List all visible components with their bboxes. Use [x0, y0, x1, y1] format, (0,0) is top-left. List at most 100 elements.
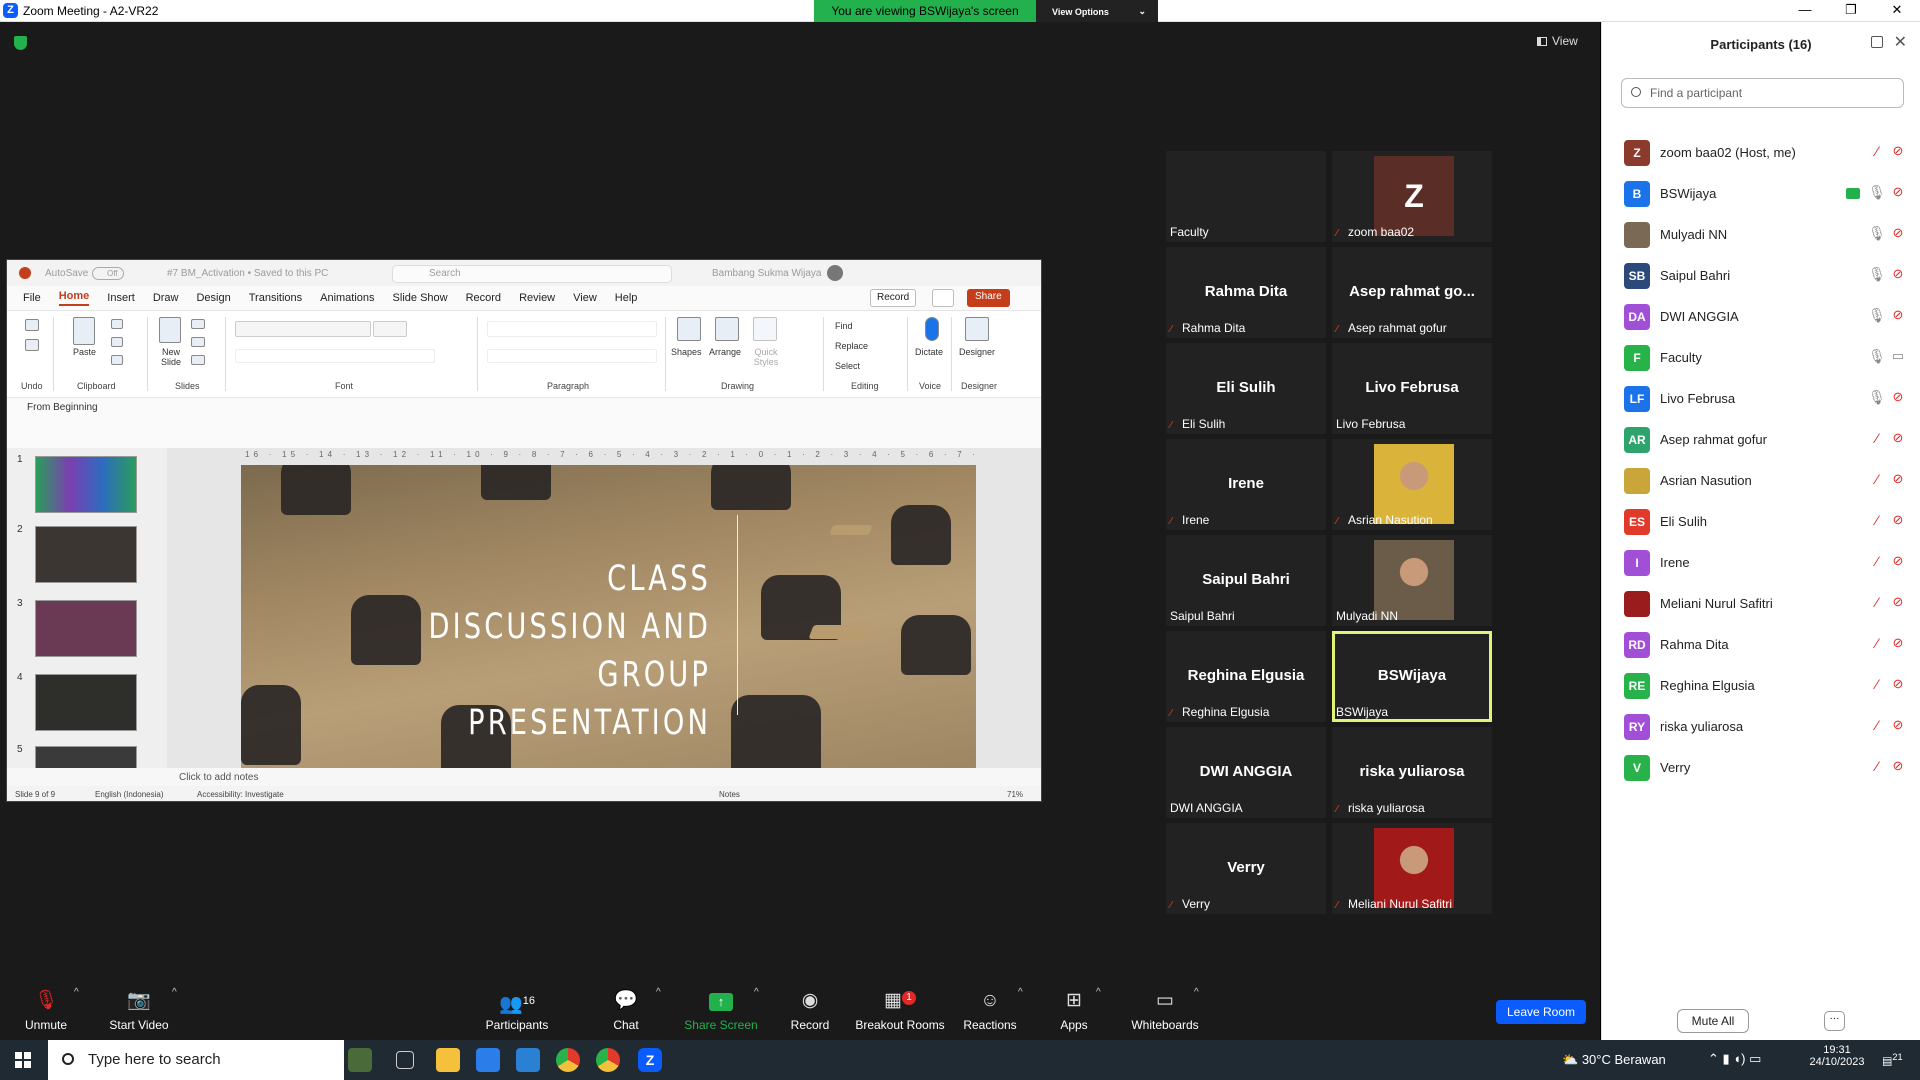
- chrome-profile-icon[interactable]: [596, 1048, 620, 1072]
- video-tile[interactable]: Irene ⁄ Irene: [1166, 439, 1326, 530]
- video-tile[interactable]: Eli Sulih ⁄ Eli Sulih: [1166, 343, 1326, 434]
- audio-options-chevron-icon[interactable]: ^: [74, 987, 79, 998]
- video-off-icon[interactable]: ⊘: [1888, 676, 1908, 694]
- shapes-icon[interactable]: [677, 317, 701, 341]
- muted-mic-icon[interactable]: ⁄: [1868, 143, 1886, 161]
- video-icon[interactable]: ▭: [1888, 348, 1908, 366]
- video-off-icon[interactable]: ⊘: [1888, 184, 1908, 202]
- reactions-chevron-icon[interactable]: ^: [1018, 987, 1023, 998]
- video-off-icon[interactable]: ⊘: [1888, 266, 1908, 284]
- weather-widget[interactable]: ⛅ 30°C Berawan: [1562, 1052, 1666, 1068]
- ppt-record-button[interactable]: Record: [870, 289, 917, 307]
- video-off-icon[interactable]: ⊘: [1888, 389, 1908, 407]
- list-buttons[interactable]: [487, 321, 657, 337]
- unmute-button[interactable]: 🎙 Unmute: [22, 990, 70, 1032]
- muted-mic-icon[interactable]: ⁄: [1868, 553, 1886, 571]
- video-tile[interactable]: ⁄ Meliani Nurul Safitri: [1332, 823, 1492, 914]
- view-options-button[interactable]: View Options ⌄: [1036, 0, 1158, 22]
- participant-row[interactable]: I Irene ⁄ ⊘: [1620, 542, 1910, 583]
- windows-start-icon[interactable]: [15, 1052, 31, 1068]
- muted-mic-icon[interactable]: ⁄: [1868, 676, 1886, 694]
- find-button[interactable]: Find: [835, 321, 853, 331]
- tab-design[interactable]: Design: [196, 292, 230, 304]
- participant-row[interactable]: F Faculty 🎙 ▭: [1620, 337, 1910, 378]
- whiteboards-button[interactable]: ▭ Whiteboards: [1128, 990, 1202, 1032]
- microsoft-store-icon[interactable]: [476, 1048, 500, 1072]
- participant-row[interactable]: V Verry ⁄ ⊘: [1620, 747, 1910, 788]
- video-off-icon[interactable]: ⊘: [1888, 635, 1908, 653]
- apps-chevron-icon[interactable]: ^: [1096, 987, 1101, 998]
- language-indicator[interactable]: English (Indonesia): [95, 786, 163, 801]
- reset-icon[interactable]: [191, 337, 205, 347]
- participant-row[interactable]: RE Reghina Elgusia ⁄ ⊘: [1620, 665, 1910, 706]
- view-button[interactable]: View: [1537, 34, 1578, 48]
- system-tray-icons[interactable]: ⌃ ▮ ◖) ▭: [1708, 1051, 1761, 1067]
- video-tile[interactable]: Z ⁄ zoom baa02: [1332, 151, 1492, 242]
- mic-icon[interactable]: 🎙: [1868, 225, 1886, 243]
- participant-row[interactable]: Zzoom baa02 (Host, me) ⁄ ⊘: [1620, 132, 1910, 173]
- copy-icon[interactable]: [111, 337, 123, 347]
- start-video-button[interactable]: 📷 Start Video: [104, 990, 174, 1032]
- share-options-chevron-icon[interactable]: ^: [754, 987, 759, 998]
- participant-row[interactable]: RY riska yuliarosa ⁄ ⊘: [1620, 706, 1910, 747]
- notification-icon[interactable]: ▤21: [1882, 1052, 1903, 1068]
- current-slide[interactable]: CLASS DISCUSSION AND GROUP PRESENTATION: [241, 465, 976, 773]
- arrange-icon[interactable]: [715, 317, 739, 341]
- accessibility-status[interactable]: Accessibility: Investigate: [197, 786, 284, 801]
- more-options-button[interactable]: ···: [1824, 1011, 1845, 1031]
- close-panel-icon[interactable]: ✕: [1894, 32, 1907, 52]
- paste-icon[interactable]: [73, 317, 95, 345]
- video-off-icon[interactable]: ⊘: [1888, 430, 1908, 448]
- tab-home[interactable]: Home: [58, 290, 90, 306]
- tab-slide-show[interactable]: Slide Show: [393, 292, 448, 304]
- mic-icon[interactable]: 🎙: [1868, 348, 1886, 366]
- redo-icon[interactable]: [25, 339, 39, 351]
- designer-icon[interactable]: [965, 317, 989, 341]
- clock[interactable]: 19:31 24/10/2023: [1800, 1044, 1874, 1068]
- tab-help[interactable]: Help: [615, 292, 638, 304]
- undo-icon[interactable]: [25, 319, 39, 331]
- video-tile[interactable]: Rahma Dita ⁄ Rahma Dita: [1166, 247, 1326, 338]
- align-buttons[interactable]: [487, 349, 657, 363]
- chat-button[interactable]: 💬 Chat: [606, 990, 646, 1032]
- tab-file[interactable]: File: [23, 292, 41, 304]
- muted-mic-icon[interactable]: ⁄: [1868, 635, 1886, 653]
- mail-icon[interactable]: [516, 1048, 540, 1072]
- video-off-icon[interactable]: ⊘: [1888, 758, 1908, 776]
- muted-mic-icon[interactable]: ⁄: [1868, 758, 1886, 776]
- video-off-icon[interactable]: ⊘: [1888, 553, 1908, 571]
- apps-button[interactable]: ⊞ Apps: [1056, 990, 1092, 1032]
- video-tile[interactable]: Verry ⁄ Verry: [1166, 823, 1326, 914]
- slide-thumbnail[interactable]: [35, 526, 137, 583]
- video-off-icon[interactable]: ⊘: [1888, 717, 1908, 735]
- video-tile[interactable]: Mulyadi NN: [1332, 535, 1492, 626]
- slide-thumbnail[interactable]: [35, 600, 137, 657]
- slide-thumbnail[interactable]: [35, 456, 137, 513]
- mic-icon[interactable]: 🎙: [1868, 266, 1886, 284]
- microphone-icon[interactable]: [925, 317, 939, 341]
- layout-icon[interactable]: [191, 319, 205, 329]
- participant-row[interactable]: AR Asep rahmat gofur ⁄ ⊘: [1620, 419, 1910, 460]
- video-tile[interactable]: riska yuliarosa ⁄ riska yuliarosa: [1332, 727, 1492, 818]
- document-name[interactable]: #7 BM_Activation • Saved to this PC: [167, 268, 328, 279]
- breakout-rooms-button[interactable]: ▦ 1 Breakout Rooms: [854, 990, 946, 1032]
- taskbar-search[interactable]: Type here to search: [48, 1040, 344, 1080]
- restore-icon[interactable]: ❐: [1828, 0, 1874, 22]
- participant-row[interactable]: ES Eli Sulih ⁄ ⊘: [1620, 501, 1910, 542]
- participant-row[interactable]: RD Rahma Dita ⁄ ⊘: [1620, 624, 1910, 665]
- video-off-icon[interactable]: ⊘: [1888, 512, 1908, 530]
- tab-transitions[interactable]: Transitions: [249, 292, 302, 304]
- select-button[interactable]: Select: [835, 361, 860, 371]
- participant-row[interactable]: B BSWijaya 🎙 ⊘: [1620, 173, 1910, 214]
- share-screen-button[interactable]: ↑ Share Screen: [684, 990, 758, 1032]
- chrome-icon[interactable]: [556, 1048, 580, 1072]
- video-off-icon[interactable]: ⊘: [1888, 594, 1908, 612]
- tab-review[interactable]: Review: [519, 292, 555, 304]
- autosave-toggle[interactable]: Off: [92, 267, 124, 280]
- notes-pane[interactable]: Click to add notes: [7, 768, 1041, 788]
- notes-toggle[interactable]: Notes: [719, 786, 740, 801]
- muted-mic-icon[interactable]: ⁄: [1868, 594, 1886, 612]
- section-icon[interactable]: [191, 355, 205, 365]
- participant-row[interactable]: SB Saipul Bahri 🎙 ⊘: [1620, 255, 1910, 296]
- mic-icon[interactable]: 🎙: [1868, 307, 1886, 325]
